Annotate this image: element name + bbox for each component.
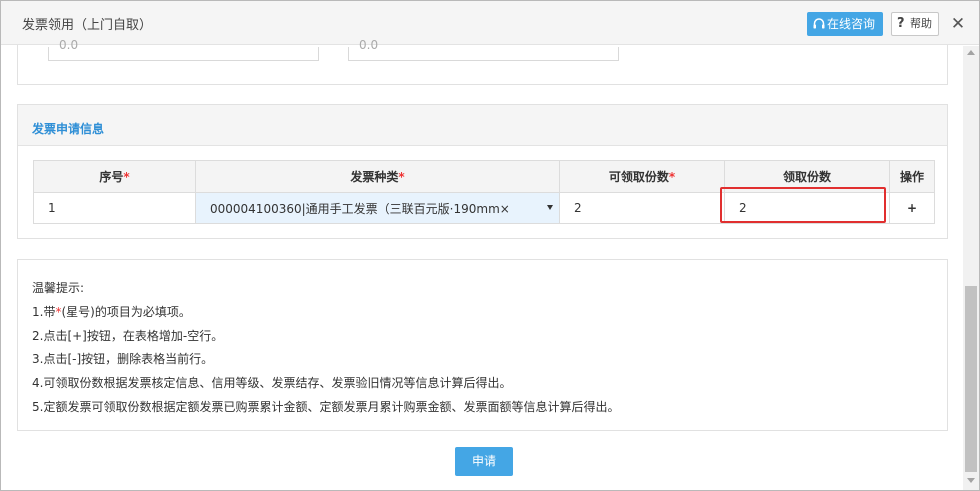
- column-header-seq: 序号*: [33, 160, 196, 193]
- cell-seq: 1: [33, 192, 196, 224]
- invoice-type-value: 000004100360|通用手工发票（三联百元版·190mm×: [210, 201, 510, 216]
- tip-line-2: 2.点击[+]按钮，在表格增加-空行。: [32, 328, 224, 343]
- quantity-input[interactable]: 2: [724, 192, 890, 224]
- close-button[interactable]: ✕: [947, 12, 969, 36]
- invoice-apply-panel: 发票申请信息 序号* 发票种类* 可领取份数* 领取份数 操作 1 000004…: [17, 104, 948, 239]
- table-header-row: 序号* 发票种类* 可领取份数* 领取份数 操作: [33, 160, 935, 193]
- online-consult-label: 在线咨询: [827, 17, 876, 31]
- tip-line-1: 1.带*(星号)的项目为必填项。: [32, 304, 191, 319]
- tips-title: 温馨提示:: [32, 281, 85, 295]
- column-header-action: 操作: [889, 160, 935, 193]
- column-header-quantity: 领取份数: [724, 160, 890, 193]
- tip-line-3: 3.点击[-]按钮，删除表格当前行。: [32, 352, 214, 367]
- headset-icon: [813, 18, 825, 29]
- help-label: 帮助: [910, 17, 932, 30]
- invoice-dialog: 发票领用（上门自取） 在线咨询 ? 帮助 ✕ 0.0 0.0 发票申请信息 序号…: [0, 0, 980, 491]
- dialog-title: 发票领用（上门自取）: [22, 18, 153, 33]
- tip-line-4: 4.可领取份数根据发票核定信息、信用等级、发票结存、发票验旧情况等信息计算后得出…: [32, 376, 512, 391]
- amount-field-right[interactable]: 0.0: [348, 39, 619, 61]
- table-row: 1 000004100360|通用手工发票（三联百元版·190mm× 2 2 +: [33, 192, 935, 224]
- scroll-up-icon[interactable]: [967, 50, 975, 55]
- add-row-button[interactable]: +: [889, 192, 935, 224]
- column-header-type: 发票种类*: [195, 160, 560, 193]
- invoice-table: 序号* 发票种类* 可领取份数* 领取份数 操作 1 000004100360|…: [33, 160, 935, 224]
- dropdown-arrow-icon[interactable]: [547, 205, 553, 210]
- submit-button[interactable]: 申请: [455, 447, 513, 476]
- tip-line-5: 5.定额发票可领取份数根据定额发票已购票累计金额、定额发票月累计购票金额、发票面…: [32, 399, 620, 414]
- dialog-titlebar: 发票领用（上门自取） 在线咨询 ? 帮助 ✕: [1, 1, 979, 45]
- question-icon: ?: [897, 16, 905, 31]
- required-mark: *: [123, 170, 130, 184]
- column-header-available: 可领取份数*: [559, 160, 725, 193]
- scrollbar-thumb[interactable]: [965, 286, 977, 472]
- section-title: 发票申请信息: [32, 122, 105, 136]
- close-icon: ✕: [950, 14, 966, 34]
- panel-header: 发票申请信息: [18, 105, 947, 146]
- tips-panel: 温馨提示: 1.带*(星号)的项目为必填项。 2.点击[+]按钮，在表格增加-空…: [17, 259, 948, 431]
- required-mark: *: [398, 170, 405, 184]
- invoice-type-select[interactable]: 000004100360|通用手工发票（三联百元版·190mm×: [195, 192, 560, 224]
- vertical-scrollbar[interactable]: [963, 46, 979, 490]
- online-consult-button[interactable]: 在线咨询: [807, 12, 883, 36]
- required-mark: *: [668, 170, 676, 184]
- cell-available: 2: [559, 192, 725, 224]
- scroll-down-icon[interactable]: [967, 478, 975, 483]
- help-button[interactable]: ? 帮助: [891, 12, 939, 36]
- amount-field-left[interactable]: 0.0: [48, 39, 319, 61]
